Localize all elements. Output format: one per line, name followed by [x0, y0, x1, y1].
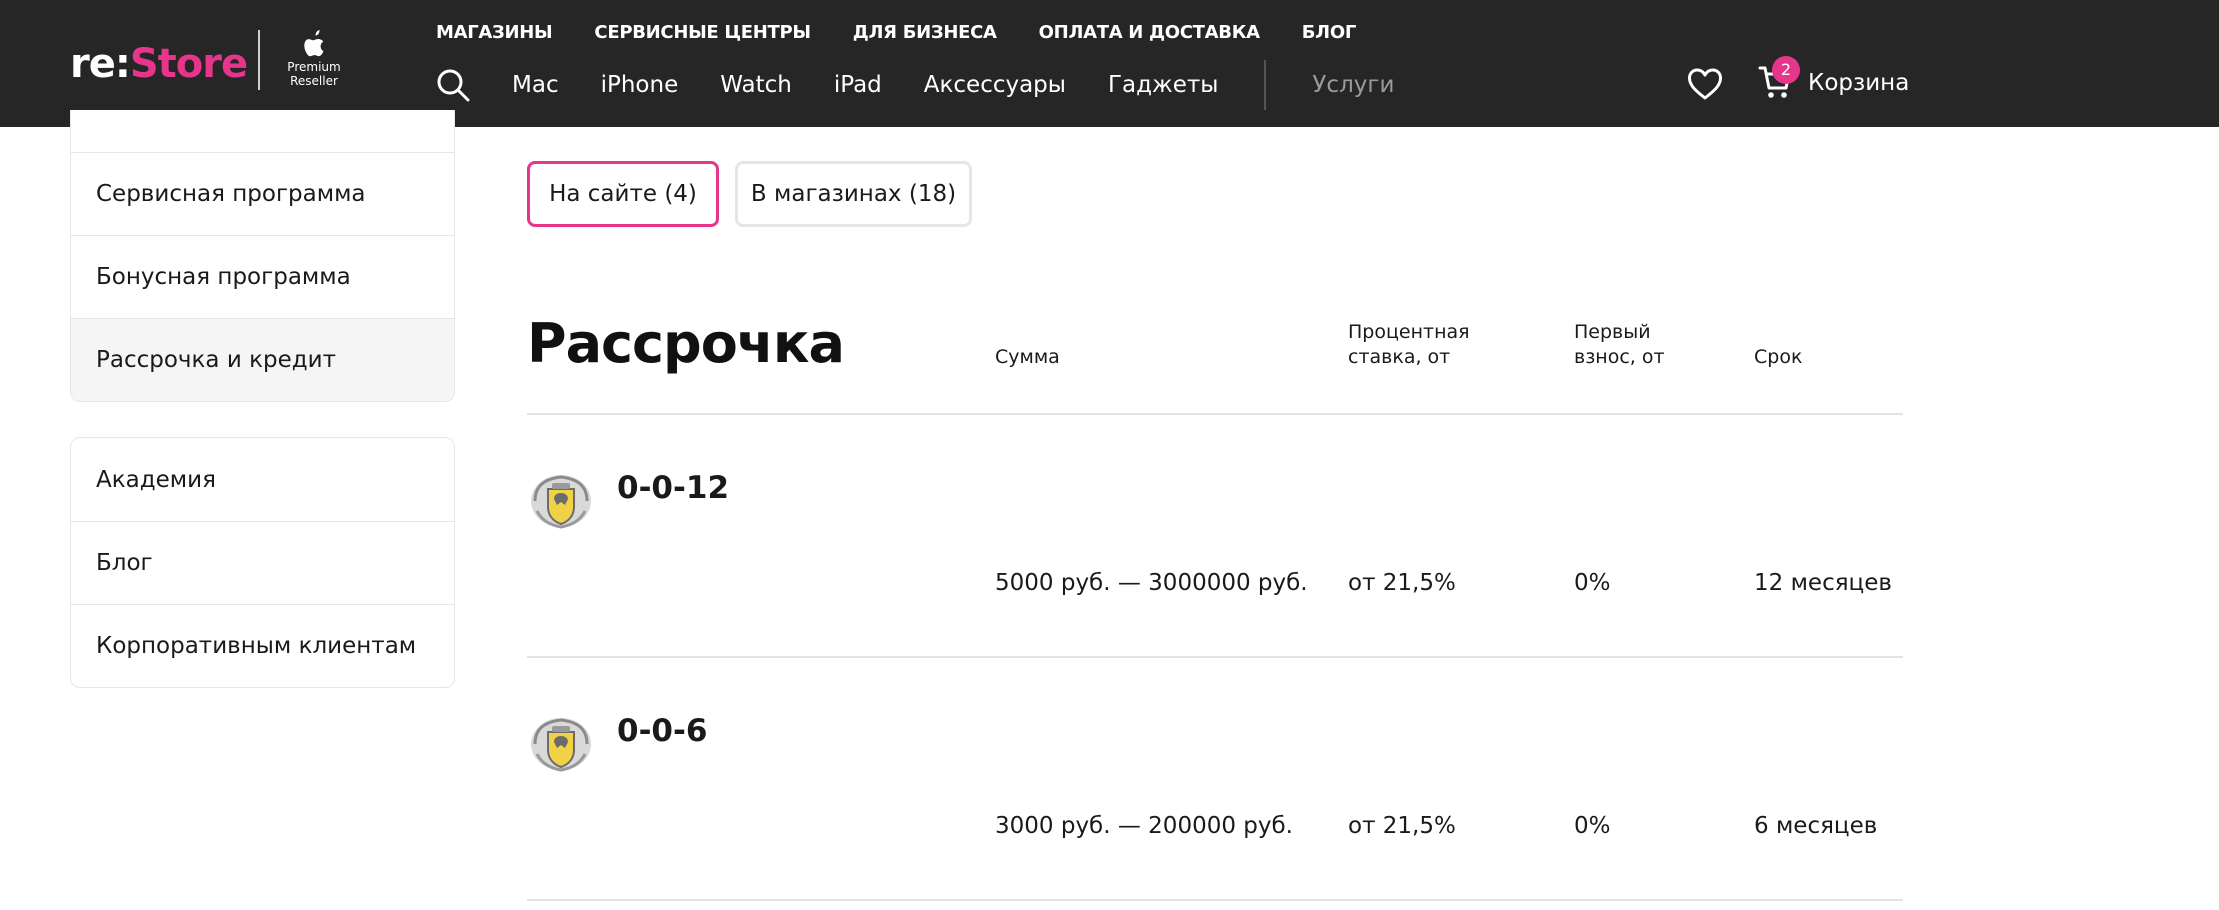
- column-header-rate: Процентная ставка, от: [1348, 320, 1548, 370]
- offer-term: 12 месяцев: [1754, 570, 1892, 596]
- top-nav-blog[interactable]: БЛОГ: [1302, 22, 1357, 43]
- sidebar-group-2: Академия Блог Корпоративным клиентам: [70, 437, 455, 688]
- top-nav-payment-delivery[interactable]: ОПЛАТА И ДОСТАВКА: [1039, 22, 1260, 43]
- tab-in-stores[interactable]: В магазинах (18): [735, 161, 972, 227]
- column-header-rate-line-2: ставка, от: [1348, 346, 1451, 368]
- cart-count-badge: 2: [1772, 56, 1800, 84]
- sidebar-item-blog[interactable]: Блог: [71, 521, 454, 604]
- bank-crest-icon: [531, 718, 591, 772]
- site-header: re:Store Premium Reseller МАГАЗИНЫ СЕРВИ…: [0, 0, 2219, 127]
- search-icon[interactable]: [436, 68, 470, 102]
- apple-icon: [304, 30, 324, 57]
- sidebar-group-1: Сервисная программа Бонусная программа Р…: [70, 110, 455, 402]
- cart-label[interactable]: Корзина: [1808, 70, 1909, 96]
- row-divider: [527, 899, 1903, 901]
- main-nav-accessories[interactable]: Аксессуары: [924, 72, 1066, 98]
- column-header-first-payment: Первый взнос, от: [1574, 320, 1724, 370]
- column-header-term: Срок: [1754, 346, 1803, 368]
- nav-divider: [1264, 60, 1267, 110]
- column-header-rate-line-1: Процентная: [1348, 321, 1470, 343]
- offer-sum: 3000 руб. — 200000 руб.: [995, 813, 1293, 839]
- sidebar-item-service-program[interactable]: Сервисная программа: [71, 152, 454, 235]
- main-nav-gadgets[interactable]: Гаджеты: [1108, 72, 1218, 98]
- column-header-sum: Сумма: [995, 346, 1060, 368]
- column-header-first-line-2: взнос, от: [1574, 346, 1665, 368]
- offer-rate: от 21,5%: [1348, 813, 1456, 839]
- offer-name[interactable]: 0-0-12: [617, 470, 729, 506]
- main-nav-services[interactable]: Услуги: [1312, 72, 1394, 98]
- offer-term: 6 месяцев: [1754, 813, 1878, 839]
- top-nav-business[interactable]: ДЛЯ БИЗНЕСА: [853, 22, 997, 43]
- offer-first-payment: 0%: [1574, 570, 1611, 596]
- bank-crest-icon: [531, 475, 591, 529]
- top-nav: МАГАЗИНЫ СЕРВИСНЫЕ ЦЕНТРЫ ДЛЯ БИЗНЕСА ОП…: [436, 22, 1356, 43]
- sidebar-item-installment-credit[interactable]: Рассрочка и кредит: [71, 318, 454, 401]
- row-divider: [527, 656, 1903, 658]
- logo-divider: [258, 30, 260, 90]
- heart-icon[interactable]: [1687, 67, 1723, 101]
- sidebar-item-bonus-program[interactable]: Бонусная программа: [71, 235, 454, 318]
- header-divider: [527, 413, 1903, 415]
- main-nav: Mac iPhone Watch iPad Аксессуары Гаджеты…: [436, 60, 1394, 110]
- sidebar-item-corporate-clients[interactable]: Корпоративным клиентам: [71, 604, 454, 687]
- section-title: Рассрочка: [527, 312, 845, 375]
- offer-sum: 5000 руб. — 3000000 руб.: [995, 570, 1308, 596]
- top-nav-stores[interactable]: МАГАЗИНЫ: [436, 22, 553, 43]
- main-nav-iphone[interactable]: iPhone: [601, 72, 679, 98]
- restore-logo[interactable]: re:Store: [70, 36, 248, 92]
- sidebar-hidden-item[interactable]: [71, 110, 454, 152]
- main-nav-watch[interactable]: Watch: [720, 72, 792, 98]
- top-nav-service-centers[interactable]: СЕРВИСНЫЕ ЦЕНТРЫ: [594, 22, 811, 43]
- apple-premium-reseller: Premium Reseller: [286, 28, 342, 88]
- logo-prefix: re:: [70, 41, 131, 87]
- tab-on-site[interactable]: На сайте (4): [527, 161, 719, 227]
- main-nav-ipad[interactable]: iPad: [834, 72, 882, 98]
- offer-first-payment: 0%: [1574, 813, 1611, 839]
- offer-name[interactable]: 0-0-6: [617, 713, 707, 749]
- reseller-line-2: Reseller: [290, 74, 338, 88]
- reseller-line-1: Premium: [287, 60, 341, 74]
- main-nav-mac[interactable]: Mac: [512, 72, 559, 98]
- column-header-first-line-1: Первый: [1574, 321, 1651, 343]
- sidebar-item-academy[interactable]: Академия: [71, 438, 454, 521]
- logo-name: Store: [129, 41, 248, 87]
- offer-rate: от 21,5%: [1348, 570, 1456, 596]
